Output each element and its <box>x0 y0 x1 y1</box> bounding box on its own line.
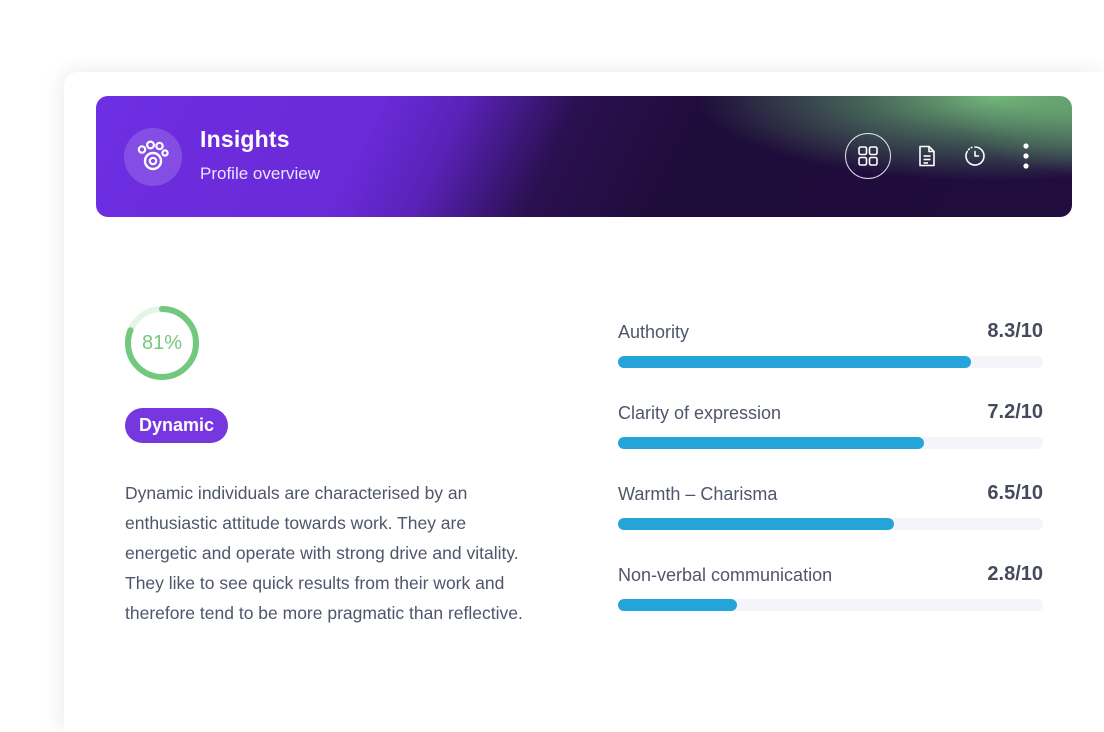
metric-non-verbal-communication: Non-verbal communication 2.8/10 <box>618 563 1043 615</box>
header-subtitle: Profile overview <box>200 164 320 183</box>
metric-fill <box>618 437 924 449</box>
grid-view-button[interactable] <box>845 133 891 179</box>
metric-warmth-charisma: Warmth – Charisma 6.5/10 <box>618 482 1043 534</box>
metric-score: 2.8/10 <box>987 563 1043 585</box>
grid-icon <box>858 146 878 166</box>
metric-label: Authority <box>618 322 690 342</box>
more-button[interactable] <box>1014 142 1038 170</box>
metric-track <box>618 518 1043 530</box>
metric-score: 8.3/10 <box>987 320 1043 342</box>
metric-track <box>618 356 1043 368</box>
metric-fill <box>618 599 737 611</box>
metric-score: 7.2/10 <box>987 401 1043 423</box>
header-title: Insights <box>200 126 290 152</box>
score-percentage: 81% <box>141 331 183 354</box>
metric-clarity-of-expression: Clarity of expression 7.2/10 <box>618 401 1043 453</box>
metric-label: Clarity of expression <box>618 403 782 423</box>
clock-icon <box>965 146 985 166</box>
metric-track <box>618 599 1043 611</box>
paw-icon <box>124 128 182 186</box>
metric-label: Non-verbal communication <box>618 565 833 585</box>
more-vertical-icon <box>1023 143 1029 169</box>
insights-header: Insights Profile overview <box>96 96 1072 217</box>
history-button[interactable] <box>962 143 988 169</box>
document-button[interactable] <box>914 143 940 169</box>
profile-description: Dynamic individuals are characterised by… <box>125 483 523 623</box>
document-icon <box>919 145 935 167</box>
metric-fill <box>618 518 895 530</box>
metric-track <box>618 437 1043 449</box>
metric-authority: Authority 8.3/10 <box>618 320 1043 372</box>
profile-type-badge: Dynamic <box>125 408 229 443</box>
metric-label: Warmth – Charisma <box>618 484 778 504</box>
metric-fill <box>618 356 971 368</box>
metric-score: 6.5/10 <box>987 482 1043 504</box>
